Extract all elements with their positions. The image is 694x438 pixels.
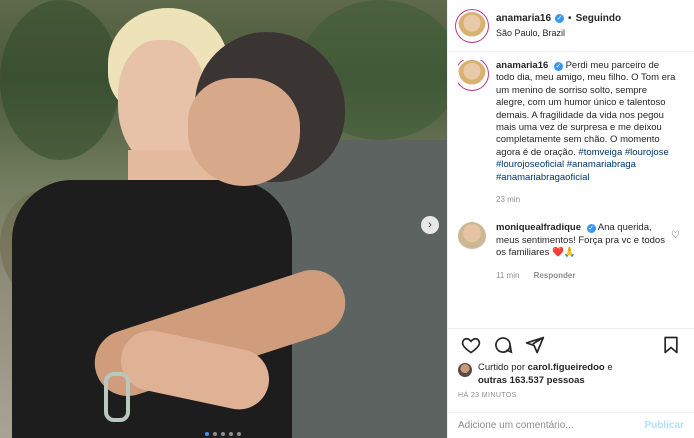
author-avatar[interactable] — [458, 11, 486, 40]
caption-text: Perdi meu parceiro de todo dia, meu amig… — [496, 60, 676, 158]
liked-by-conjunction: e — [607, 362, 613, 373]
hashtag-link[interactable]: #anamariabraga — [567, 159, 636, 170]
carousel-dot — [213, 432, 217, 436]
comment-emoji: ❤️🙏 — [551, 247, 576, 259]
liked-by-user[interactable]: carol.figueiredoo — [528, 362, 605, 373]
post-image[interactable] — [0, 0, 447, 438]
like-heart-icon[interactable] — [458, 333, 484, 357]
author-username[interactable]: anamaria16 — [496, 12, 551, 26]
hashtag-link[interactable]: #lourojoseoficial — [496, 159, 564, 170]
caption-username[interactable]: anamaria16 — [496, 60, 548, 71]
liker-avatar[interactable] — [458, 363, 472, 377]
likes-count[interactable]: outras 163.537 pessoas — [478, 375, 585, 386]
next-image-button[interactable]: › — [421, 216, 439, 234]
post-sidebar: anamaria16 ✓ • Seguindo São Paulo, Brazi… — [447, 0, 694, 438]
hashtag-link[interactable]: #anamariabragaoficial — [496, 172, 589, 183]
caption-avatar[interactable] — [458, 60, 486, 88]
carousel-dot — [237, 432, 241, 436]
verified-badge-icon: ✓ — [553, 62, 563, 71]
hashtag-link[interactable]: #lourojose — [625, 147, 669, 158]
publish-button[interactable]: Publicar — [645, 420, 684, 431]
caption-time[interactable]: 23 min — [496, 195, 520, 204]
verified-badge-icon: ✓ — [586, 224, 596, 234]
following-button[interactable]: Seguindo — [576, 12, 622, 26]
comment-bubble-icon[interactable] — [490, 333, 516, 357]
hashtag-link[interactable]: #tomveiga — [578, 147, 622, 158]
add-comment-input[interactable] — [458, 420, 645, 431]
verified-badge-icon: ✓ — [555, 14, 565, 23]
reply-button[interactable]: Responder — [534, 271, 576, 280]
bookmark-icon[interactable] — [658, 333, 684, 357]
commenter-username[interactable]: moniquealfradique — [496, 222, 581, 233]
carousel-dot — [229, 432, 233, 436]
carousel-dot — [205, 432, 209, 436]
share-paper-plane-icon[interactable] — [522, 333, 548, 357]
liked-by-prefix: Curtido por — [478, 362, 525, 373]
action-bar — [448, 328, 694, 360]
post-timestamp[interactable]: HÁ 23 MINUTOS — [458, 392, 517, 399]
like-comment-heart-icon[interactable]: ♡ — [671, 230, 680, 241]
separator-dot: • — [568, 12, 572, 24]
carousel-dots — [205, 432, 241, 436]
post-header: anamaria16 ✓ • Seguindo São Paulo, Brazi… — [448, 0, 694, 52]
comment-item: moniquealfradique ✓ Ana querida, meus se… — [458, 222, 684, 282]
post-location[interactable]: São Paulo, Brazil — [496, 26, 621, 40]
commenter-avatar[interactable] — [458, 222, 486, 251]
comments-list[interactable]: anamaria16 ✓ Perdi meu parceiro de todo … — [458, 60, 684, 326]
comment-time[interactable]: 11 min — [496, 271, 519, 280]
add-comment-bar: Publicar — [448, 412, 694, 438]
likes-summary: Curtido por carol.figueiredoo e outras 1… — [458, 362, 684, 387]
carousel-dot — [221, 432, 225, 436]
caption: anamaria16 ✓ Perdi meu parceiro de todo … — [458, 60, 684, 206]
